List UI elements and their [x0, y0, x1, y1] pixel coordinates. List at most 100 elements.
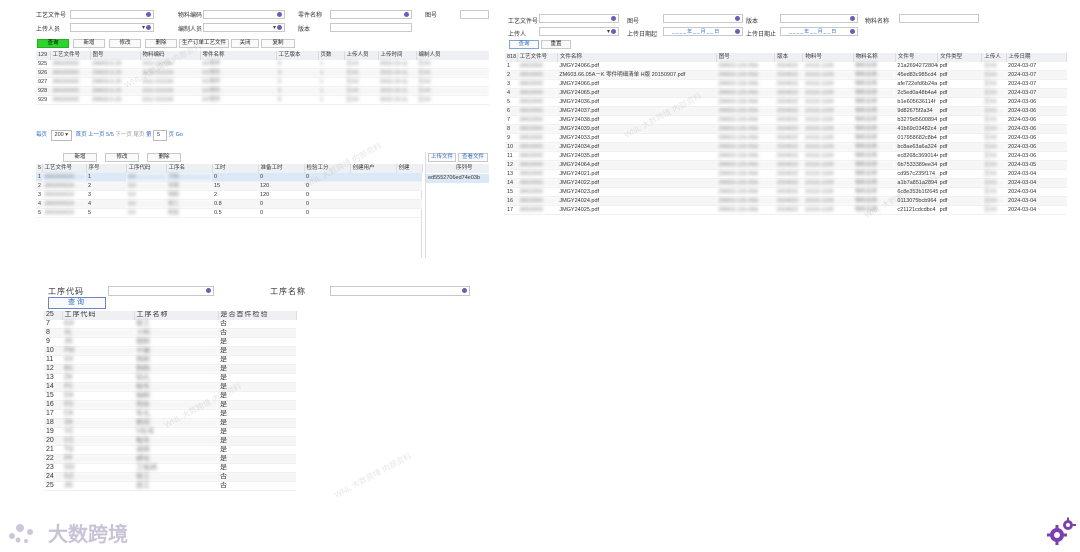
table-row[interactable]: 22 PF 磷化是 — [44, 454, 296, 465]
table-row[interactable]: 21 TG 调质是 — [44, 445, 296, 456]
copy-button[interactable]: 复制 — [261, 39, 295, 48]
date-from-input[interactable]: ____年__月__日 — [663, 27, 743, 36]
first-page-link[interactable]: 首页 — [76, 132, 87, 138]
col-header[interactable]: 上传时间 — [378, 51, 417, 60]
version-input[interactable] — [780, 14, 858, 23]
table-row[interactable]: 4 JMG0000 JMGY24065.pdf ZM603-126-05A 202402… — [505, 88, 1067, 99]
table-row[interactable]: 20 CC 粗车是 — [44, 436, 296, 447]
table-row[interactable]: 14 JMG0000 JMGY24022.pdf ZM603-126-05A 20240… — [505, 178, 1067, 189]
col-header[interactable]: 工时 — [212, 164, 259, 173]
search-icon[interactable] — [850, 16, 855, 21]
file-no-input[interactable] — [70, 10, 154, 19]
table-row[interactable]: 23 GD 工程割是 — [44, 463, 296, 474]
search-icon[interactable] — [277, 12, 282, 17]
query-button[interactable]: 查询 — [37, 39, 69, 48]
date-to-input[interactable]: ____年__月__日 — [780, 27, 858, 36]
table-row[interactable]: 15 DX 插削是 — [44, 391, 296, 402]
col-header[interactable]: 页数 — [318, 51, 345, 60]
table-row[interactable]: 19 YC V形车是 — [44, 427, 296, 438]
col-header[interactable]: 工序名 — [166, 164, 213, 173]
table-row[interactable]: 6 JMG0000 JMGY24037.pdf ZM603-126-05A 202402… — [505, 106, 1067, 117]
delete-button[interactable]: 删除 — [145, 39, 177, 48]
view-file-button[interactable]: 查看文件 — [458, 153, 488, 162]
table-row[interactable]: 14 FC 精车是 — [44, 382, 296, 393]
sub-edit-button[interactable]: 修改 — [105, 153, 139, 162]
col-header[interactable]: 零件名称 — [200, 51, 277, 60]
sub-add-button[interactable]: 新增 — [63, 153, 97, 162]
search-icon[interactable] — [206, 288, 211, 293]
process-code-input[interactable] — [108, 286, 214, 296]
table-row[interactable]: 16 FD 热处是 — [44, 400, 296, 411]
table-row[interactable]: 12 JMG0000 JMGY24064.pdf ZM603-126-05A 20240… — [505, 160, 1067, 171]
col-header[interactable]: 上传人 — [981, 53, 1007, 62]
part-name-input[interactable] — [330, 10, 412, 19]
calendar-icon[interactable] — [850, 29, 855, 34]
table-row[interactable]: 5 JMG000024 5 GX 检验 0.5 0 0 — [36, 208, 422, 219]
search-icon[interactable] — [735, 16, 740, 21]
query-button[interactable]: 查询 — [48, 297, 106, 309]
close-button[interactable]: 关闭 — [231, 39, 259, 48]
col-header[interactable]: 检验工分 — [304, 164, 351, 173]
table-row[interactable]: 17 CK 车孔是 — [44, 409, 296, 420]
col-header[interactable]: 上传日期 — [1006, 53, 1067, 62]
search-icon[interactable] — [462, 288, 467, 293]
table-row[interactable]: 926 JMG00000 ZM603.6.20 1011-011104 XX零件 0 1 王X… — [36, 68, 489, 79]
col-header[interactable]: 工艺文件号 — [517, 53, 558, 62]
table-row[interactable]: 3 JMG0000 JMGY24066.pdf ZM603-126-05A 202402… — [505, 79, 1067, 90]
table-row[interactable]: 1 JMG000024 1 GX 下料 0 0 0 — [36, 172, 422, 183]
table-row[interactable]: 927 JMG00000 ZM603.6.20 1011-011104 XX零件 0 1 王X… — [36, 77, 489, 88]
table-row[interactable]: 4 JMG000024 4 GX 钳工 0.8 0 0 — [36, 199, 422, 210]
search-icon[interactable] — [146, 25, 151, 30]
col-header[interactable]: 工序代码 — [62, 311, 135, 320]
uploader-select[interactable]: ▾ — [539, 27, 619, 36]
col-header[interactable]: 文件名称 — [557, 53, 717, 62]
col-header[interactable]: 物料号 — [802, 53, 854, 62]
col-header[interactable]: 序列号 — [426, 164, 489, 173]
upload-file-button[interactable]: 上传文件 — [428, 153, 456, 162]
col-header[interactable]: 工序名称 — [134, 311, 219, 320]
table-row[interactable]: 2 JMG000024 2 GX 车削 15 120 0 — [36, 181, 422, 192]
drawing-no-input[interactable] — [663, 14, 743, 23]
col-header[interactable]: 文件号 — [895, 53, 939, 62]
table-row[interactable]: 2 JMG0000 ZM603.66.05A－K 零件明细清单 H版 2015090… — [505, 70, 1067, 81]
last-page-link[interactable]: 尾页 — [133, 132, 144, 138]
per-page-select[interactable]: 200 ▾ — [50, 130, 73, 141]
go-button[interactable]: Go — [176, 132, 183, 138]
col-header[interactable]: 准备工时 — [258, 164, 305, 173]
table-row[interactable]: 12 BC 刨削是 — [44, 364, 296, 375]
table-row[interactable]: 25 JG 加工否 — [44, 481, 296, 492]
table-row[interactable]: 928 JMG00000 ZM603.6.20 1011-011104 XX零件 0 1 王X… — [36, 86, 489, 97]
search-icon[interactable] — [611, 16, 616, 21]
col-header[interactable]: 工艺文件号 — [42, 164, 87, 173]
table-row[interactable]: 17 JMG0000 JMGY24025.pdf ZM603-126-05A 20240… — [505, 205, 1067, 216]
search-icon[interactable] — [404, 12, 409, 17]
search-icon[interactable] — [611, 29, 616, 34]
author-select[interactable]: ▾ — [203, 23, 285, 32]
file-no-input[interactable] — [539, 14, 619, 23]
col-header[interactable]: 物料名称 — [853, 53, 896, 62]
prev-page-link[interactable]: 上一页 — [88, 132, 105, 138]
table-row[interactable]: 15 JMG0000 JMGY24023.pdf ZM603-126-05A 20240… — [505, 187, 1067, 198]
table-row[interactable]: 10 PM 平磨是 — [44, 346, 296, 357]
col-header[interactable]: 创建 — [396, 164, 423, 173]
file-row[interactable]: ed5552706ed74e03b — [426, 174, 489, 183]
col-header[interactable]: 版本 — [774, 53, 804, 62]
table-row[interactable]: 3 JMG000024 3 GX 铣削 2 120 0 — [36, 190, 422, 201]
col-header[interactable]: 物料编码 — [140, 51, 201, 60]
table-row[interactable]: 9 JMG0000 JMGY24033.pdf ZM603-126-05A 202402… — [505, 133, 1067, 144]
table-row[interactable]: 5 JMG0000 JMGY24036.pdf ZM603-126-05A 202402… — [505, 97, 1067, 108]
add-button[interactable]: 新增 — [73, 39, 105, 48]
table-row[interactable]: 8 JMG0000 JMGY24039.pdf ZM603-126-05A 202402… — [505, 124, 1067, 135]
drawing-no-input[interactable] — [460, 10, 489, 19]
material-name-input[interactable] — [899, 14, 979, 23]
col-header[interactable]: 序号 — [86, 164, 127, 173]
reset-button[interactable]: 重置 — [541, 40, 571, 49]
table-row[interactable]: 925 JMG00000 ZM603.6.20 1011-011104 XX零件 0 1 王X… — [36, 59, 489, 70]
table-row[interactable]: 16 JMG0000 JMGY24024.pdf ZM603-126-05A 20240… — [505, 196, 1067, 207]
table-row[interactable]: 8 XL 下料否 — [44, 328, 296, 339]
table-row[interactable]: 18 SK 数控是 — [44, 418, 296, 429]
col-header[interactable]: 上传人员 — [344, 51, 379, 60]
sub-delete-button[interactable]: 删除 — [147, 153, 181, 162]
table-row[interactable]: 13 JMG0000 JMGY24021.pdf ZM603-126-05A 20240… — [505, 169, 1067, 180]
col-header[interactable]: 是否首件检验 — [218, 311, 297, 320]
